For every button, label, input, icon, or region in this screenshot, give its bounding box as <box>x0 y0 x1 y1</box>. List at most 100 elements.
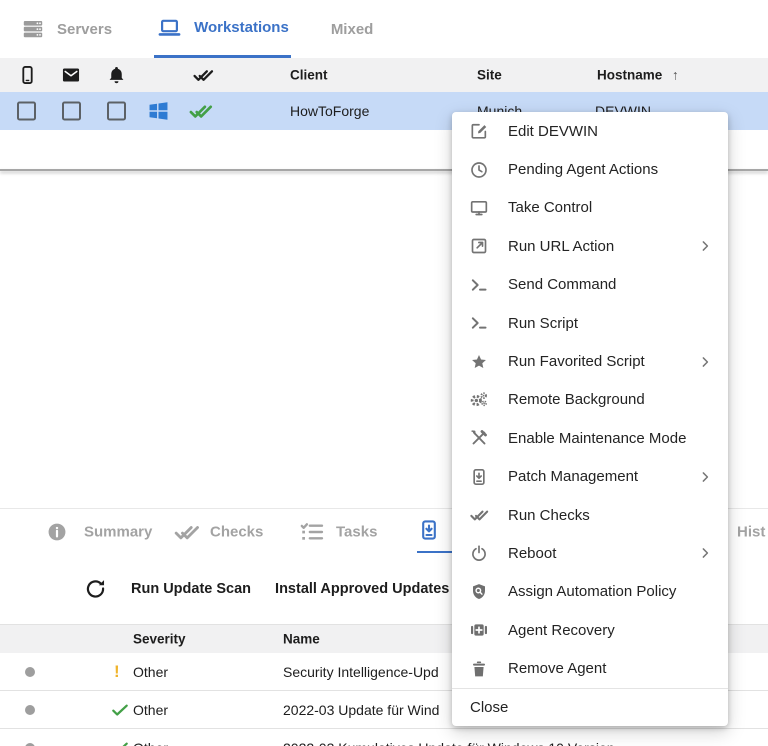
menu-item-pending-agent-actions[interactable]: Pending Agent Actions <box>452 150 728 188</box>
alert-checkbox-3[interactable] <box>107 102 126 121</box>
install-approved-updates-button[interactable]: Install Approved Updates <box>275 581 449 597</box>
tools-icon <box>469 428 489 448</box>
menu-item-label: Close <box>470 699 508 716</box>
chevron-right-icon <box>696 468 714 486</box>
menu-item-label: Run URL Action <box>508 238 614 255</box>
double-check-icon <box>192 64 214 86</box>
windows-icon <box>146 99 171 124</box>
mail-icon <box>60 65 82 86</box>
column-header-name[interactable]: Name <box>283 632 320 647</box>
menu-item-enable-maintenance-mode[interactable]: Enable Maintenance Mode <box>452 419 728 457</box>
cell-client: HowToForge <box>290 103 369 119</box>
menu-item-label: Pending Agent Actions <box>508 161 658 178</box>
info-icon <box>46 521 68 543</box>
bell-icon <box>106 65 127 86</box>
menu-item-label: Reboot <box>508 545 556 562</box>
external-link-icon <box>469 236 489 256</box>
green-check-icon <box>110 700 130 720</box>
trash-icon <box>469 659 489 679</box>
green-check-icon <box>110 738 130 746</box>
tab-tasks[interactable]: Tasks <box>336 523 377 540</box>
patch-row[interactable]: Other 2022-03 Kumulatives Update für Win… <box>0 729 768 746</box>
star-icon <box>469 352 489 372</box>
double-check-icon <box>469 505 489 525</box>
cell-severity: Other <box>133 702 168 718</box>
first-aid-icon <box>469 620 489 640</box>
menu-item-close[interactable]: Close <box>452 688 728 726</box>
refresh-icon[interactable] <box>84 577 107 600</box>
chevron-right-icon <box>696 544 714 562</box>
menu-item-assign-automation-policy[interactable]: Assign Automation Policy <box>452 573 728 611</box>
status-dot-icon <box>25 705 35 715</box>
device-table-header: Client Site Hostname ↑ <box>0 58 768 92</box>
edit-icon <box>469 121 489 141</box>
status-dot-icon <box>25 667 35 677</box>
cell-name: 2022-03 Update für Wind <box>283 702 439 718</box>
column-header-severity[interactable]: Severity <box>133 632 186 647</box>
terminal-icon <box>469 275 489 295</box>
tab-summary[interactable]: Summary <box>84 523 152 540</box>
menu-item-remove-agent[interactable]: Remove Agent <box>452 649 728 687</box>
device-context-menu: Edit DEVWIN Pending Agent Actions Take C… <box>452 112 728 726</box>
tab-checks[interactable]: Checks <box>210 523 263 540</box>
tab-mixed-label: Mixed <box>331 21 374 38</box>
menu-item-label: Run Script <box>508 315 578 332</box>
terminal-icon <box>469 313 489 333</box>
menu-item-remote-background[interactable]: Remote Background <box>452 381 728 419</box>
menu-item-run-script[interactable]: Run Script <box>452 304 728 342</box>
smartphone-icon <box>17 65 38 86</box>
menu-item-take-control[interactable]: Take Control <box>452 189 728 227</box>
menu-item-label: Edit DEVWIN <box>508 123 598 140</box>
menu-item-label: Run Checks <box>508 507 590 524</box>
tab-mixed[interactable]: Mixed <box>329 0 376 58</box>
tab-workstations-label: Workstations <box>194 19 289 36</box>
menu-item-run-url-action[interactable]: Run URL Action <box>452 227 728 265</box>
alert-checkbox-2[interactable] <box>62 102 81 121</box>
checks-double-check-icon <box>173 518 200 545</box>
green-double-check-icon <box>188 99 213 124</box>
patch-icon <box>417 518 441 542</box>
tab-history-partial[interactable]: Hist <box>737 523 765 540</box>
menu-item-label: Remove Agent <box>508 660 606 677</box>
menu-item-label: Patch Management <box>508 468 638 485</box>
warning-exclamation-icon: ! <box>114 662 120 682</box>
clock-icon <box>469 160 489 180</box>
column-header-client[interactable]: Client <box>290 68 328 83</box>
menu-item-label: Agent Recovery <box>508 622 615 639</box>
cell-severity: Other <box>133 740 168 746</box>
menu-item-label: Enable Maintenance Mode <box>508 430 686 447</box>
monitor-icon <box>469 198 489 218</box>
device-type-tabs: Servers Workstations Mixed <box>0 0 768 58</box>
menu-item-send-command[interactable]: Send Command <box>452 266 728 304</box>
menu-item-label: Send Command <box>508 276 616 293</box>
chevron-right-icon <box>696 237 714 255</box>
laptop-icon <box>156 16 183 40</box>
sort-ascending-icon: ↑ <box>672 68 679 83</box>
menu-item-edit-devwin[interactable]: Edit DEVWIN <box>452 112 728 150</box>
status-dot-icon <box>25 743 35 746</box>
menu-item-label: Assign Automation Policy <box>508 583 676 600</box>
gears-icon <box>469 390 489 410</box>
shield-search-icon <box>469 582 489 602</box>
tab-servers[interactable]: Servers <box>18 0 114 58</box>
run-update-scan-button[interactable]: Run Update Scan <box>131 581 251 597</box>
patch-icon <box>469 467 489 487</box>
menu-item-agent-recovery[interactable]: Agent Recovery <box>452 611 728 649</box>
chevron-right-icon <box>696 353 714 371</box>
servers-icon <box>20 17 46 41</box>
tab-workstations[interactable]: Workstations <box>154 0 291 58</box>
rmm-devices-screen: Servers Workstations Mixed Client Site H… <box>0 0 768 746</box>
alert-checkbox-1[interactable] <box>17 102 36 121</box>
menu-item-label: Run Favorited Script <box>508 353 645 370</box>
menu-item-run-favorited-script[interactable]: Run Favorited Script <box>452 342 728 380</box>
menu-item-run-checks[interactable]: Run Checks <box>452 496 728 534</box>
column-header-hostname[interactable]: Hostname ↑ <box>597 68 679 83</box>
menu-item-patch-management[interactable]: Patch Management <box>452 458 728 496</box>
cell-severity: Other <box>133 664 168 680</box>
cell-name: 2022-03 Kumulatives Update für Windows 1… <box>283 740 630 746</box>
column-header-site[interactable]: Site <box>477 68 502 83</box>
cell-name: Security Intelligence-Upd <box>283 664 439 680</box>
power-icon <box>469 543 489 563</box>
menu-item-label: Remote Background <box>508 391 645 408</box>
menu-item-reboot[interactable]: Reboot <box>452 534 728 572</box>
